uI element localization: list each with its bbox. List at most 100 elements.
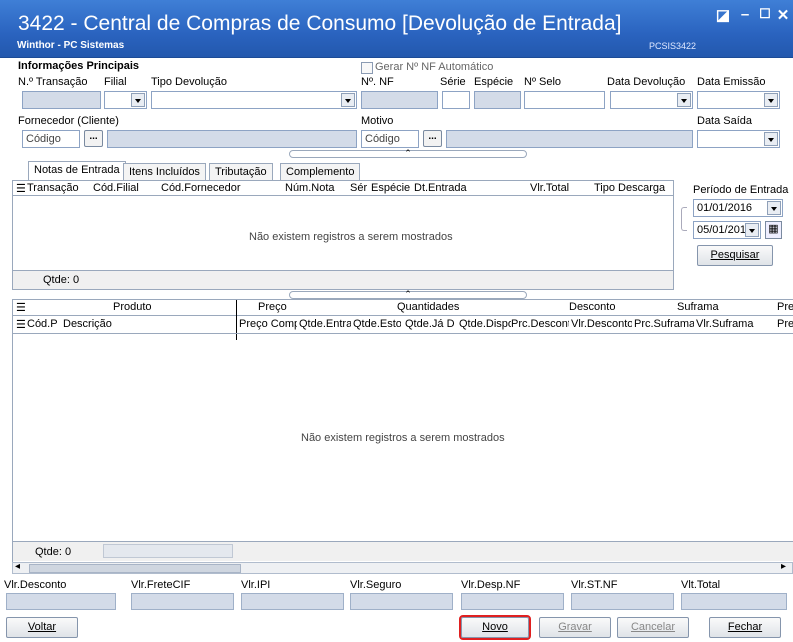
motivo-lookup-button[interactable]: ... <box>423 130 442 147</box>
col-prc-suframa[interactable]: Prc.Suframa <box>634 318 694 330</box>
especie-field <box>474 91 521 109</box>
total-desp-nf-field <box>461 593 564 610</box>
chevron-down-icon[interactable] <box>131 93 145 107</box>
chevron-down-icon[interactable] <box>764 93 778 107</box>
periodo-label: Período de Entrada <box>693 184 789 196</box>
col-cod-fornecedor[interactable]: Cód.Fornecedor <box>161 182 241 194</box>
program-code: PCSIS3422 <box>649 41 697 51</box>
col-preco-compra[interactable]: Preço Compi <box>239 318 297 330</box>
notas-empty-message: Não existem registros a serem mostrados <box>249 231 453 243</box>
section-title: Informações Principais <box>18 60 140 72</box>
col-vlr-suframa[interactable]: Vlr.Suframa <box>696 318 756 330</box>
company-name: Winthor - PC Sistemas <box>17 40 125 51</box>
splitter-bottom[interactable]: ⌃ <box>289 289 527 299</box>
total-field <box>681 593 787 610</box>
col-qtde-ja-devolvida[interactable]: Qtde.Já D <box>405 318 457 330</box>
col-tipo-descarga[interactable]: Tipo Descarga <box>594 182 665 194</box>
col-descricao[interactable]: Descrição <box>63 318 112 330</box>
serie-field[interactable] <box>442 91 470 109</box>
group-desconto: Desconto <box>569 301 616 313</box>
horizontal-scrollbar[interactable]: ◂ ▸ <box>12 561 793 574</box>
total-ipi-field <box>241 593 344 610</box>
notas-footer: Qtde: 0 <box>13 270 673 289</box>
col-serie[interactable]: Sér <box>350 182 367 194</box>
col-cod-filial[interactable]: Cód.Filial <box>93 182 139 194</box>
itens-footer: Qtde: 0 <box>13 541 793 561</box>
notas-grid: ☰ Transação Cód.Filial Cód.Fornecedor Nú… <box>12 180 674 290</box>
total-label-total: Vlt.Total <box>681 579 721 591</box>
chevron-down-icon[interactable] <box>677 93 691 107</box>
total-label-frete: Vlr.FreteCIF <box>131 579 191 591</box>
label-fornecedor: Fornecedor (Cliente) <box>18 115 119 127</box>
col-prc-desconto[interactable]: Prc.Descont <box>511 318 569 330</box>
col-cod-produto[interactable]: Cód.P <box>27 318 58 330</box>
range-bracket <box>681 207 687 231</box>
col-dt-entrada[interactable]: Dt.Entrada <box>414 182 467 194</box>
motivo-code-input[interactable]: Código <box>361 130 419 148</box>
label-transacao: N.º Transação <box>18 76 88 88</box>
col-vlr-total[interactable]: Vlr.Total <box>530 182 569 194</box>
tab-notas-entrada[interactable]: Notas de Entrada <box>28 161 126 180</box>
total-label-desconto: Vlr.Desconto <box>4 579 67 591</box>
col-qtde-estoque[interactable]: Qtde.Esto <box>353 318 401 330</box>
col-especie[interactable]: Espécie <box>371 182 410 194</box>
fechar-button[interactable]: Fechar <box>709 617 781 638</box>
chevron-down-icon[interactable] <box>767 201 781 215</box>
motivo-placeholder: Código <box>365 133 400 145</box>
restore-icon[interactable]: ◪ <box>713 6 733 24</box>
close-icon[interactable]: ✕ <box>773 6 793 24</box>
col-vlr-desconto[interactable]: Vlr.Desconto <box>571 318 632 330</box>
fechar-label: Fechar <box>727 621 763 633</box>
tipo-devolucao-select[interactable] <box>151 91 357 109</box>
col-qtde-disponivel[interactable]: Qtde.Dispo <box>459 318 511 330</box>
menu-icon[interactable]: ☰ <box>16 318 26 331</box>
pesquisar-button[interactable]: Pesquisar <box>697 245 773 266</box>
total-label-desp-nf: Vlr.Desp.NF <box>461 579 521 591</box>
calendar-icon[interactable]: ▦ <box>765 221 782 239</box>
pesquisar-label: Pesquisar <box>710 249 760 261</box>
gravar-button[interactable]: Gravar <box>539 617 611 638</box>
filial-select[interactable] <box>104 91 147 109</box>
periodo-end-value: 05/01/2016 <box>697 224 753 236</box>
footer-summary-cell <box>103 544 233 558</box>
voltar-button[interactable]: Voltar <box>6 617 78 638</box>
novo-button[interactable]: Novo <box>459 615 531 640</box>
splitter-top[interactable]: ⌃ <box>289 148 527 158</box>
notas-qtde: Qtde: 0 <box>43 274 80 286</box>
label-data-devolucao: Data Devolução <box>607 76 686 88</box>
total-label-seguro: Vlr.Seguro <box>350 579 402 591</box>
col-qtde-entrada[interactable]: Qtde.Entra <box>299 318 351 330</box>
transacao-field <box>22 91 101 109</box>
data-emissao-field[interactable] <box>697 91 780 109</box>
scroll-left-icon[interactable]: ◂ <box>15 561 20 572</box>
tab-complemento[interactable]: Complemento <box>280 163 361 180</box>
menu-icon[interactable]: ☰ <box>16 301 26 314</box>
data-saida-field[interactable] <box>697 130 780 148</box>
data-devolucao-field[interactable] <box>610 91 693 109</box>
chevron-down-icon[interactable] <box>745 223 759 237</box>
fornecedor-lookup-button[interactable]: ... <box>84 130 103 147</box>
menu-icon[interactable]: ☰ <box>16 182 26 195</box>
chevron-down-icon[interactable] <box>341 93 355 107</box>
voltar-label: Voltar <box>27 621 57 633</box>
itens-grid: ☰ Produto Preço Quantidades Desconto Suf… <box>12 299 793 571</box>
col-num-nota[interactable]: Núm.Nota <box>285 182 335 194</box>
scrollbar-thumb[interactable] <box>29 564 241 573</box>
col-transacao[interactable]: Transação <box>27 182 79 194</box>
chevron-down-icon[interactable] <box>764 132 778 146</box>
tab-tributacao[interactable]: Tributação <box>209 163 273 180</box>
fornecedor-code-input[interactable]: Código <box>22 130 80 148</box>
cancelar-button[interactable]: Cancelar <box>617 617 689 638</box>
col-pre[interactable]: Pre <box>777 318 793 330</box>
minimize-icon[interactable]: – <box>735 6 755 23</box>
maximize-icon[interactable]: ☐ <box>755 6 775 22</box>
periodo-end-field[interactable]: 05/01/2016 <box>693 221 761 239</box>
auto-nf-checkbox[interactable] <box>361 62 373 74</box>
scroll-right-icon[interactable]: ▸ <box>781 561 786 572</box>
tab-itens-incluidos[interactable]: Itens Incluídos <box>123 163 206 180</box>
itens-group-header: ☰ Produto Preço Quantidades Desconto Suf… <box>13 300 793 316</box>
motivo-description-field <box>446 130 693 148</box>
group-pre: Pre <box>777 301 793 313</box>
periodo-start-field[interactable]: 01/01/2016 <box>693 199 783 217</box>
selo-field[interactable] <box>524 91 605 109</box>
